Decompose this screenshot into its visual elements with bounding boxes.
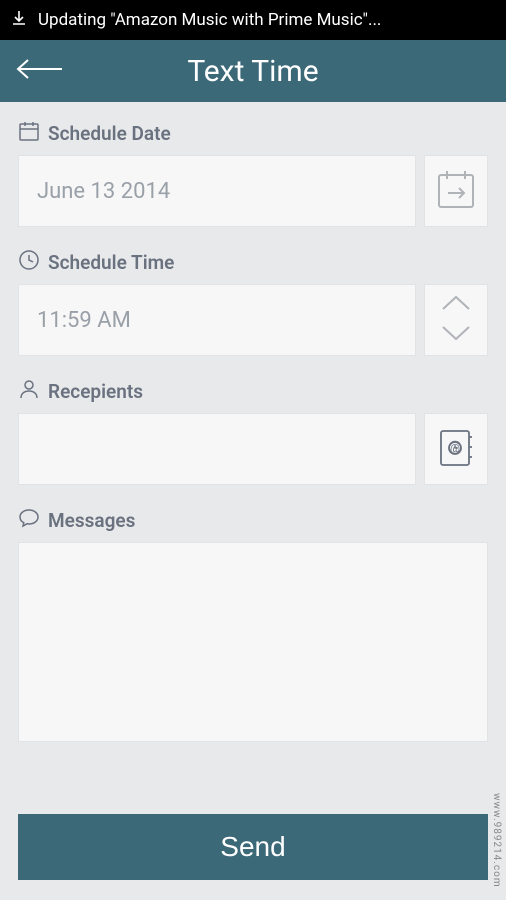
person-icon (18, 378, 48, 405)
time-stepper[interactable] (424, 284, 488, 356)
schedule-date-row: June 13 2014 (18, 155, 488, 227)
clock-icon (18, 249, 48, 276)
app-header: Text Time (0, 40, 506, 102)
download-icon (10, 9, 38, 32)
watermark: www.989214.com (491, 793, 502, 888)
schedule-date-field[interactable]: June 13 2014 (18, 155, 416, 227)
notification-text: Updating "Amazon Music with Prime Music"… (38, 10, 381, 30)
chevron-up-icon[interactable] (439, 293, 473, 317)
schedule-time-label: Schedule Time (18, 249, 488, 276)
schedule-date-label: Schedule Date (18, 120, 488, 147)
speech-bubble-icon (18, 507, 48, 534)
messages-input[interactable] (19, 543, 487, 741)
back-button[interactable] (14, 57, 64, 85)
recipients-input[interactable] (37, 414, 397, 484)
recipients-field[interactable] (18, 413, 416, 485)
messages-label: Messages (18, 507, 488, 534)
main-content: Schedule Date June 13 2014 Schedule Time (0, 102, 506, 782)
system-notification-bar[interactable]: Updating "Amazon Music with Prime Music"… (0, 0, 506, 40)
messages-field[interactable] (18, 542, 488, 742)
chevron-down-icon[interactable] (439, 323, 473, 347)
schedule-time-field[interactable]: 11:59 AM (18, 284, 416, 356)
recipients-row: @ (18, 413, 488, 485)
date-picker-button[interactable] (424, 155, 488, 227)
svg-text:@: @ (450, 442, 460, 455)
calendar-icon (18, 120, 48, 147)
contacts-button[interactable]: @ (424, 413, 488, 485)
recipients-label: Recepients (18, 378, 488, 405)
page-title: Text Time (0, 54, 506, 89)
address-book-icon: @ (436, 425, 476, 473)
schedule-time-row: 11:59 AM (18, 284, 488, 356)
calendar-arrow-icon (436, 167, 476, 215)
send-button[interactable]: Send (18, 814, 488, 880)
